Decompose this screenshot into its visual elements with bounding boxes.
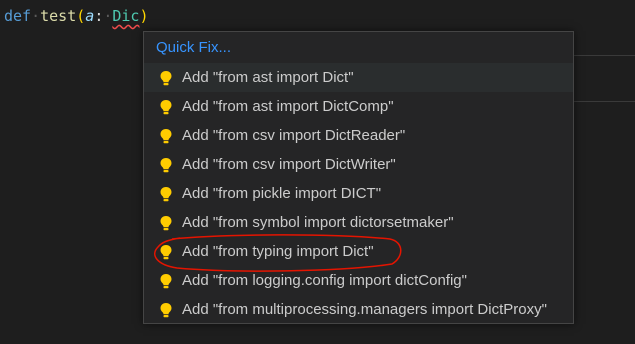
quick-fix-label: Add "from csv import DictWriter" [182,156,396,173]
quick-fix-title: Quick Fix... [156,39,232,56]
quick-fix-label: Add "from multiprocessing.managers impor… [182,301,547,318]
whitespace-dot: · [31,7,41,25]
lightbulb-icon [160,158,172,173]
lightbulb-icon [160,303,172,318]
editor-divider [565,55,635,56]
close-paren: ) [139,7,149,25]
code-editor[interactable]: def·test(a:·Dic) Quick Fix... Add "from … [0,0,635,344]
quick-fix-item[interactable]: Add "from typing import Dict" [144,237,573,266]
quick-fix-item[interactable]: Add "from logging.config import dictConf… [144,266,573,295]
keyword-def: def [4,7,32,25]
quick-fix-menu[interactable]: Quick Fix... Add "from ast import Dict" … [143,31,574,324]
quick-fix-label: Add "from symbol import dictorsetmaker" [182,214,454,231]
quick-fix-label: Add "from pickle import DICT" [182,185,382,202]
lightbulb-icon [160,100,172,115]
lightbulb-icon [160,129,172,144]
lightbulb-icon [160,245,172,260]
quick-fix-item[interactable]: Add "from csv import DictReader" [144,121,573,150]
quick-fix-item[interactable]: Add "from csv import DictWriter" [144,150,573,179]
quick-fix-label: Add "from typing import Dict" [182,243,374,260]
lightbulb-icon [160,71,172,86]
lightbulb-icon [160,274,172,289]
quick-fix-label: Add "from logging.config import dictConf… [182,272,467,289]
param-name: a [85,7,95,25]
lightbulb-icon [160,216,172,231]
quick-fix-item[interactable]: Add "from ast import DictComp" [144,92,573,121]
quick-fix-label: Add "from csv import DictReader" [182,127,406,144]
code-line-1[interactable]: def·test(a:·Dic) [4,6,149,26]
quick-fix-label: Add "from ast import DictComp" [182,98,394,115]
function-name: test [40,7,77,25]
unresolved-type[interactable]: Dic [112,7,139,25]
quick-fix-item[interactable]: Add "from ast import Dict" [144,63,573,92]
quick-fix-item[interactable]: Add "from pickle import DICT" [144,179,573,208]
editor-divider [565,101,635,102]
colon: : [94,7,104,25]
quick-fix-item[interactable]: Add "from multiprocessing.managers impor… [144,295,573,324]
open-paren: ( [76,7,86,25]
lightbulb-icon [160,187,172,202]
quick-fix-item[interactable]: Add "from symbol import dictorsetmaker" [144,208,573,237]
quick-fix-label: Add "from ast import Dict" [182,69,354,86]
